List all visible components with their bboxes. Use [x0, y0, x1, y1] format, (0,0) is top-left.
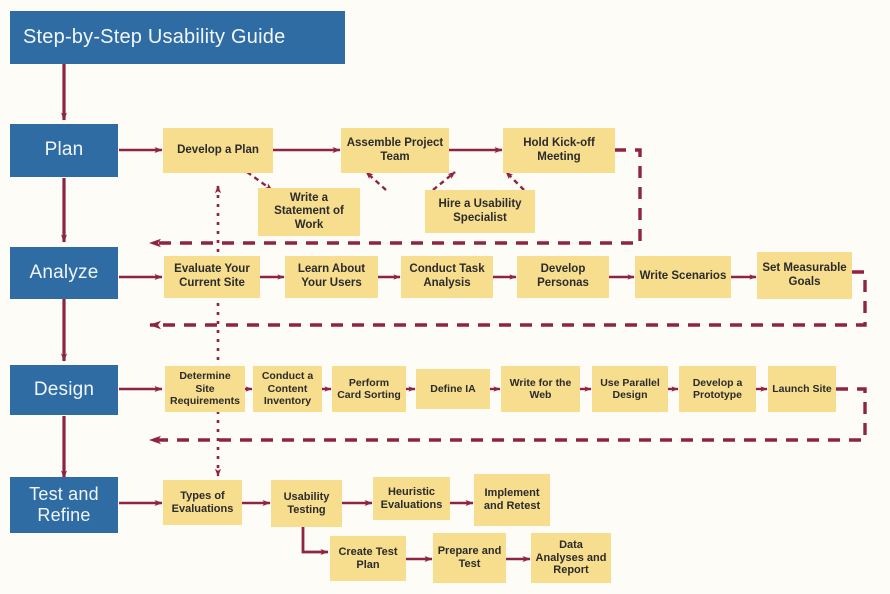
task-develop-a-prototype[interactable]: Develop a Prototype: [679, 366, 756, 412]
task-evaluate-current-site[interactable]: Evaluate Your Current Site: [164, 256, 260, 298]
task-conduct-task-analysis[interactable]: Conduct Task Analysis: [401, 256, 493, 298]
task-determine-site-requirements[interactable]: Determine Site Requirements: [165, 366, 245, 412]
task-prepare-and-test[interactable]: Prepare and Test: [433, 533, 506, 583]
task-assemble-project-team[interactable]: Assemble Project Team: [341, 128, 449, 173]
task-data-analyses-and-report[interactable]: Data Analyses and Report: [531, 533, 611, 583]
task-write-for-the-web[interactable]: Write for the Web: [501, 366, 580, 412]
task-define-ia[interactable]: Define IA: [416, 369, 490, 409]
phase-plan[interactable]: Plan: [10, 124, 118, 177]
usability-guide-flowchart: Step-by-Step Usability Guide Plan Analyz…: [0, 0, 890, 594]
task-hire-usability-specialist[interactable]: Hire a Usability Specialist: [425, 190, 535, 233]
task-create-test-plan[interactable]: Create Test Plan: [330, 536, 406, 581]
task-perform-card-sorting[interactable]: Perform Card Sorting: [332, 366, 406, 412]
task-hold-kickoff-meeting[interactable]: Hold Kick-off Meeting: [503, 128, 615, 173]
phase-analyze[interactable]: Analyze: [10, 247, 118, 299]
phase-test-and-refine[interactable]: Test and Refine: [10, 477, 118, 533]
page-title: Step-by-Step Usability Guide: [10, 11, 345, 64]
task-write-statement-of-work[interactable]: Write a Statement of Work: [258, 188, 360, 236]
task-launch-site[interactable]: Launch Site: [768, 366, 836, 412]
task-usability-testing[interactable]: Usability Testing: [271, 480, 342, 527]
task-types-of-evaluations[interactable]: Types of Evaluations: [163, 480, 242, 525]
task-conduct-content-inventory[interactable]: Conduct a Content Inventory: [253, 366, 322, 412]
task-heuristic-evaluations[interactable]: Heuristic Evaluations: [373, 477, 450, 520]
phase-design[interactable]: Design: [10, 365, 118, 415]
task-develop-a-plan[interactable]: Develop a Plan: [163, 128, 273, 173]
task-learn-about-users[interactable]: Learn About Your Users: [285, 256, 378, 298]
task-implement-and-retest[interactable]: Implement and Retest: [474, 474, 550, 526]
task-develop-personas[interactable]: Develop Personas: [517, 256, 609, 298]
task-write-scenarios[interactable]: Write Scenarios: [635, 256, 731, 298]
task-use-parallel-design[interactable]: Use Parallel Design: [592, 366, 668, 412]
task-set-measurable-goals[interactable]: Set Measurable Goals: [757, 252, 852, 299]
